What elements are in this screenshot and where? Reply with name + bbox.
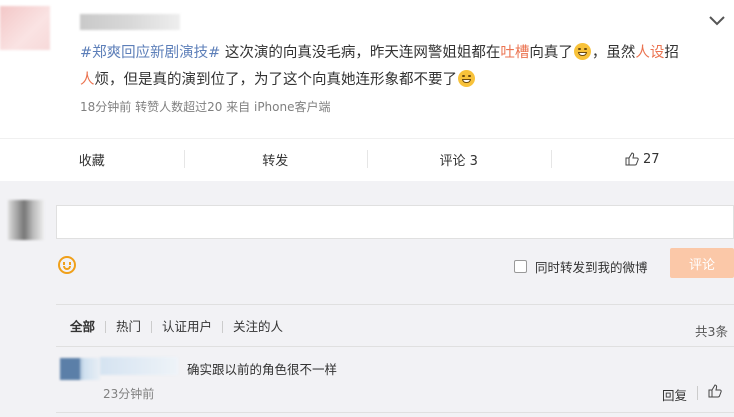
keyword-link-tucao[interactable]: 吐槽	[500, 45, 529, 61]
divider	[56, 346, 734, 347]
post-meta: 18分钟前 转赞人数超过20 来自 iPhone客户端	[80, 100, 331, 114]
forward-label: 同时转发到我的微博	[535, 260, 648, 275]
filter-verified[interactable]: 认证用户	[151, 320, 222, 333]
divider	[697, 386, 698, 400]
chevron-down-icon[interactable]	[708, 14, 726, 28]
comment-input[interactable]	[56, 205, 734, 239]
favorite-button[interactable]: 收藏	[0, 139, 184, 179]
poster-avatar[interactable]	[0, 6, 50, 50]
comment-text: 确实跟以前的角色很不一样	[187, 362, 338, 377]
comment-total: 共3条	[695, 324, 728, 339]
hashtag-link[interactable]: #郑爽回应新剧演技#	[80, 45, 220, 61]
filter-all[interactable]: 全部	[70, 320, 105, 333]
commenter-name[interactable]	[100, 357, 178, 375]
post-text-part: 招	[664, 45, 679, 61]
like-button[interactable]: 27	[550, 139, 734, 179]
post-text-part: 这次演的向真没毛病，昨天连网警姐姐都在	[220, 45, 501, 61]
repost-button[interactable]: 转发	[183, 139, 368, 179]
comment-time: 23分钟前	[103, 387, 155, 401]
repost-label: 转发	[262, 153, 289, 169]
forward-option[interactable]: 同时转发到我的微博	[514, 257, 648, 276]
submit-comment-button[interactable]: 评论	[670, 248, 734, 278]
filter-hot[interactable]: 热门	[105, 320, 151, 333]
poster-username[interactable]	[80, 14, 180, 30]
keyword-link-ren[interactable]: 人	[80, 72, 95, 88]
post-text-part: 向真了	[529, 45, 573, 61]
post-text-part: 烦，但是真的演到位了，为了这个向真她连形象都不要了	[94, 72, 458, 88]
forward-checkbox[interactable]	[514, 260, 527, 273]
favorite-label: 收藏	[78, 153, 105, 169]
laughing-face-icon	[573, 43, 591, 60]
post-text-part: ，虽然	[591, 45, 636, 61]
thumbs-up-icon[interactable]	[708, 384, 722, 398]
commenter-avatar[interactable]	[60, 358, 100, 380]
comment-label: 评论 3	[439, 153, 478, 169]
divider	[56, 304, 734, 305]
thumbs-up-icon	[625, 152, 639, 166]
divider	[56, 412, 734, 413]
filter-following[interactable]: 关注的人	[222, 320, 293, 333]
keyword-link-renshe[interactable]: 人设	[635, 45, 664, 61]
like-count: 27	[642, 151, 660, 167]
current-user-avatar	[8, 200, 44, 240]
reply-button[interactable]: 回复	[662, 385, 687, 404]
action-bar: 收藏 转发 评论 3 27	[0, 139, 734, 179]
laughing-face-icon	[458, 70, 475, 87]
comment-filter-tabs: 全部 热门 认证用户 关注的人	[70, 320, 293, 333]
comment-button[interactable]: 评论 3	[367, 139, 551, 179]
emoji-picker-icon[interactable]	[58, 256, 76, 274]
post-text: #郑爽回应新剧演技# 这次演的向真没毛病，昨天连网警姐姐都在吐槽向真了 ，虽然人设…	[80, 40, 720, 94]
